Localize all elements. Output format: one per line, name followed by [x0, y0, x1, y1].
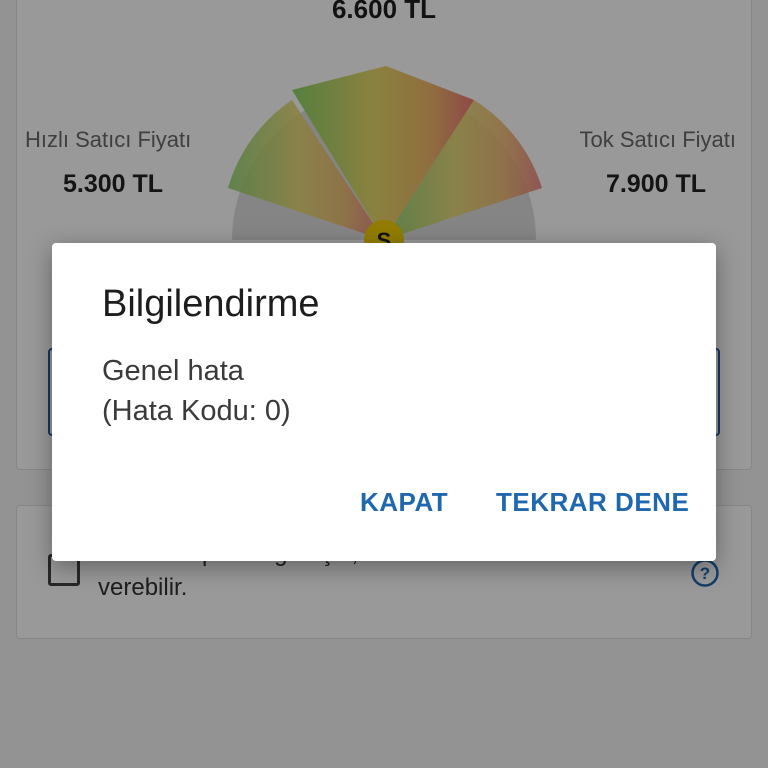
close-button[interactable]: KAPAT [360, 487, 448, 518]
dialog-message-line1: Genel hata [102, 355, 244, 387]
dialog-message-line2: (Hata Kodu: 0) [102, 395, 291, 427]
screen: 6.600 TL Hızlı Satıcı Fiyatı 5.300 TL To… [0, 0, 768, 768]
retry-button[interactable]: TEKRAR DENE [496, 487, 689, 518]
dialog-title: Bilgilendirme [102, 283, 320, 325]
dialog-message: Genel hata (Hata Kodu: 0) [102, 351, 291, 431]
info-dialog: Bilgilendirme Genel hata (Hata Kodu: 0) … [52, 243, 716, 561]
